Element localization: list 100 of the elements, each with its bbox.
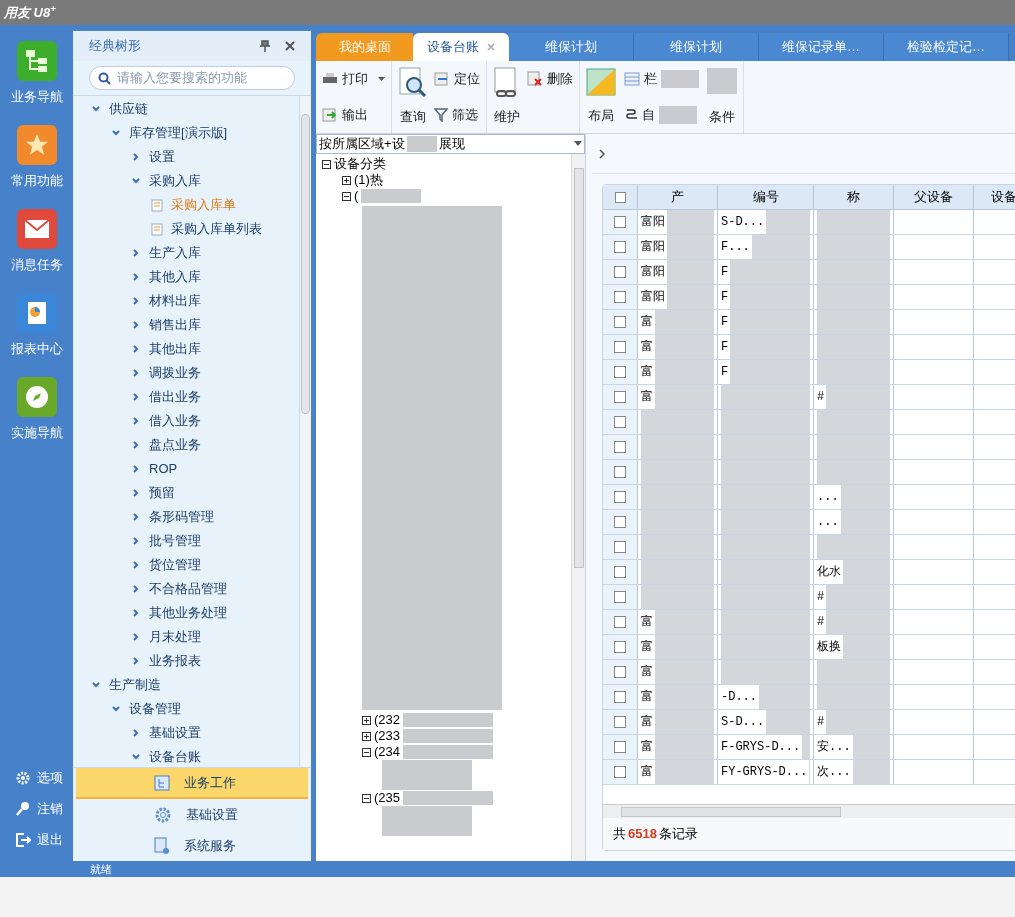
nav-button[interactable]: 实施导航	[1, 367, 72, 451]
tab[interactable]: 检验检定记…	[884, 33, 1009, 61]
nav-link[interactable]: 退出	[4, 824, 69, 855]
query-button[interactable]: 查询	[398, 61, 428, 133]
nav-button[interactable]: 报表中心	[1, 283, 72, 367]
tab[interactable]: 维保计划	[509, 33, 634, 61]
chevron-right-icon[interactable]	[131, 440, 141, 450]
nav-link[interactable]: 选项	[4, 762, 69, 793]
export-button[interactable]: 输出	[322, 105, 385, 125]
chevron-right-icon[interactable]	[131, 416, 141, 426]
checkbox[interactable]	[614, 416, 626, 428]
tree-item[interactable]: 供应链	[109, 99, 148, 119]
collapse-icon[interactable]	[342, 191, 351, 201]
chevron-right-icon[interactable]	[131, 272, 141, 282]
collapse-icon[interactable]	[362, 793, 371, 803]
tree-item[interactable]: 采购入库	[149, 171, 201, 191]
expand-icon[interactable]	[362, 715, 371, 725]
chevron-down-icon[interactable]	[91, 680, 101, 690]
tree-item[interactable]: 批号管理	[149, 531, 201, 551]
checkbox[interactable]	[614, 516, 626, 528]
tree-item[interactable]: 其他入库	[149, 267, 201, 287]
checkbox[interactable]	[614, 741, 626, 753]
tab[interactable]: 维保记录单…	[759, 33, 884, 61]
tree-item[interactable]: 设备台账	[149, 747, 201, 767]
condition-label[interactable]: 条件	[709, 106, 735, 127]
search-field[interactable]: 请输入您要搜索的功能	[89, 66, 295, 90]
layout-button[interactable]: 布局	[586, 61, 616, 133]
checkbox[interactable]	[614, 241, 626, 253]
checkbox[interactable]	[614, 566, 626, 578]
checkbox[interactable]	[614, 316, 626, 328]
chevron-right-icon[interactable]	[598, 148, 606, 159]
column-header[interactable]: 编号	[718, 185, 814, 209]
tree-item[interactable]: 盘点业务	[149, 435, 201, 455]
chevron-down-icon[interactable]	[131, 752, 141, 762]
chevron-right-icon[interactable]	[131, 392, 141, 402]
columns-button[interactable]: 栏	[624, 69, 657, 89]
view-dropdown[interactable]: 按所属区域+设 展现	[316, 134, 585, 154]
checkbox[interactable]	[614, 666, 626, 678]
column-header[interactable]: 称	[814, 185, 894, 209]
pin-icon[interactable]	[259, 40, 271, 52]
chevron-right-icon[interactable]	[131, 296, 141, 306]
tree-item[interactable]: 库存管理[演示版]	[129, 123, 228, 143]
tree-item[interactable]: 预留	[149, 483, 175, 503]
checkbox[interactable]	[614, 541, 626, 553]
checkbox[interactable]	[614, 616, 626, 628]
collapse-icon[interactable]	[322, 159, 331, 169]
chevron-right-icon[interactable]	[131, 728, 141, 738]
chevron-down-icon[interactable]	[131, 176, 141, 186]
chevron-right-icon[interactable]	[131, 560, 141, 570]
tab[interactable]: 设备台账	[413, 33, 509, 61]
checkbox[interactable]	[614, 366, 626, 378]
tree-item[interactable]: 采购入库单列表	[171, 219, 262, 239]
auto-button[interactable]: 自	[624, 105, 655, 125]
tree-item[interactable]: 基础设置	[149, 723, 201, 743]
section-button[interactable]: 业务工作	[76, 768, 308, 799]
chevron-down-icon[interactable]	[111, 128, 121, 138]
nav-button[interactable]: 消息任务	[1, 199, 72, 283]
section-button[interactable]: 基础设置	[76, 799, 308, 830]
checkbox[interactable]	[614, 341, 626, 353]
tree-item[interactable]: 材料出库	[149, 291, 201, 311]
column-header[interactable]: 父设备	[894, 185, 974, 209]
tree-item[interactable]: 生产入库	[149, 243, 201, 263]
chevron-right-icon[interactable]	[131, 368, 141, 378]
locate-button[interactable]: 定位	[434, 69, 480, 89]
chevron-right-icon[interactable]	[131, 248, 141, 258]
chevron-right-icon[interactable]	[131, 536, 141, 546]
tree-item[interactable]: 销售出库	[149, 315, 201, 335]
chevron-right-icon[interactable]	[131, 584, 141, 594]
checkbox[interactable]	[614, 591, 626, 603]
checkbox[interactable]	[614, 691, 626, 703]
filter-button[interactable]: 筛选	[434, 105, 480, 125]
tab[interactable]: 维保计划	[634, 33, 759, 61]
checkbox[interactable]	[614, 441, 626, 453]
scrollbar[interactable]	[299, 96, 311, 767]
chevron-right-icon[interactable]	[131, 152, 141, 162]
checkbox[interactable]	[614, 716, 626, 728]
nav-button[interactable]: 业务导航	[1, 31, 72, 115]
tree-item[interactable]: 业务报表	[149, 651, 201, 671]
chevron-down-icon[interactable]	[91, 104, 101, 114]
tree-item[interactable]: 货位管理	[149, 555, 201, 575]
chevron-right-icon[interactable]	[131, 608, 141, 618]
print-button[interactable]: 打印	[322, 69, 385, 89]
chevron-right-icon[interactable]	[131, 320, 141, 330]
expand-icon[interactable]	[362, 731, 371, 741]
chevron-right-icon[interactable]	[131, 344, 141, 354]
tree-item[interactable]: ROP	[149, 459, 178, 479]
chevron-right-icon[interactable]	[131, 464, 141, 474]
column-header[interactable]: 产	[638, 185, 718, 209]
expand-icon[interactable]	[342, 175, 351, 185]
scrollbar[interactable]	[571, 154, 585, 861]
checkbox[interactable]	[614, 466, 626, 478]
tree-item[interactable]: 借出业务	[149, 387, 201, 407]
chevron-right-icon[interactable]	[131, 632, 141, 642]
checkbox[interactable]	[614, 191, 626, 203]
nav-button[interactable]: 常用功能	[1, 115, 72, 199]
delete-button[interactable]: 删除	[527, 69, 573, 89]
checkbox[interactable]	[614, 391, 626, 403]
section-button[interactable]: 系统服务	[76, 830, 308, 861]
tree-item[interactable]: 借入业务	[149, 411, 201, 431]
tree-item[interactable]: 月末处理	[149, 627, 201, 647]
